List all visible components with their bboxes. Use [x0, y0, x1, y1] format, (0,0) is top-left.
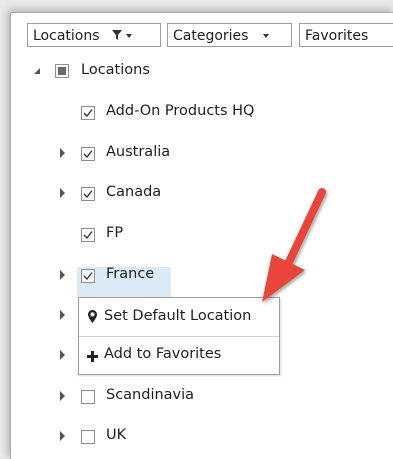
checkbox-checked[interactable]: [81, 187, 95, 201]
filter-icon: [111, 24, 122, 46]
tree-item-france[interactable]: France: [11, 259, 391, 291]
tree-root-label: Locations: [81, 62, 150, 78]
tree-item-canada[interactable]: Canada: [11, 177, 391, 209]
tree-item-scandinavia[interactable]: Scandinavia: [11, 380, 391, 412]
tree-item-label: France: [106, 266, 155, 282]
expand-arrow-icon[interactable]: [60, 148, 65, 158]
expand-arrow-icon[interactable]: [60, 431, 65, 441]
expand-arrow-icon[interactable]: [60, 310, 65, 320]
locations-panel: Locations Categories Favorites Locations…: [10, 12, 393, 459]
tree-item-label: FP: [106, 225, 124, 241]
categories-dropdown-label: Categories: [173, 28, 249, 44]
menu-item-add-to-favorites[interactable]: Add to Favorites: [79, 337, 279, 375]
checkbox-unchecked[interactable]: [81, 430, 95, 444]
categories-dropdown[interactable]: Categories: [167, 23, 292, 47]
tree-item-label: UK: [106, 427, 127, 443]
checkbox-checked[interactable]: [81, 269, 95, 283]
tree-item-label: Scandinavia: [106, 387, 195, 403]
locations-dropdown-label: Locations: [33, 28, 100, 44]
locations-dropdown[interactable]: Locations: [27, 23, 161, 47]
tree-root-locations[interactable]: Locations: [11, 55, 391, 87]
menu-item-label: Add to Favorites: [104, 346, 222, 362]
tree-item-uk[interactable]: UK: [11, 420, 391, 452]
chevron-down-icon: [262, 34, 269, 38]
context-menu: Set Default Location Add to Favorites: [78, 297, 280, 375]
favorites-dropdown-label: Favorites: [305, 28, 369, 44]
chevron-down-icon: [125, 34, 132, 38]
checkbox-checked[interactable]: [81, 147, 95, 161]
plus-icon: [87, 350, 98, 366]
tree-item-label: Add-On Products HQ: [106, 103, 255, 119]
expand-arrow-icon[interactable]: [60, 350, 65, 360]
tree-item-label: Australia: [106, 144, 171, 160]
expand-arrow-icon[interactable]: [60, 391, 65, 401]
tree-item-fp[interactable]: FP: [11, 218, 391, 250]
expand-arrow-icon[interactable]: [60, 188, 65, 198]
tree-item-australia[interactable]: Australia: [11, 137, 391, 169]
checkbox-unchecked[interactable]: [81, 390, 95, 404]
tree-item-hidden-2[interactable]: [11, 339, 71, 371]
expand-arrow-icon[interactable]: [60, 270, 65, 280]
collapse-arrow-icon[interactable]: [34, 68, 40, 74]
favorites-dropdown[interactable]: Favorites: [299, 23, 393, 47]
checkbox-checked[interactable]: [81, 228, 95, 242]
tree-item-add-on-products-hq[interactable]: Add-On Products HQ: [11, 96, 391, 128]
root-checkbox-indeterminate[interactable]: [55, 64, 69, 78]
tree-item-hidden-1[interactable]: [11, 299, 71, 331]
menu-item-set-default-location[interactable]: Set Default Location: [79, 298, 279, 336]
checkbox-checked[interactable]: [81, 106, 95, 120]
location-pin-icon: [88, 310, 97, 327]
menu-item-label: Set Default Location: [104, 308, 252, 324]
tree-item-label: Canada: [106, 184, 162, 200]
